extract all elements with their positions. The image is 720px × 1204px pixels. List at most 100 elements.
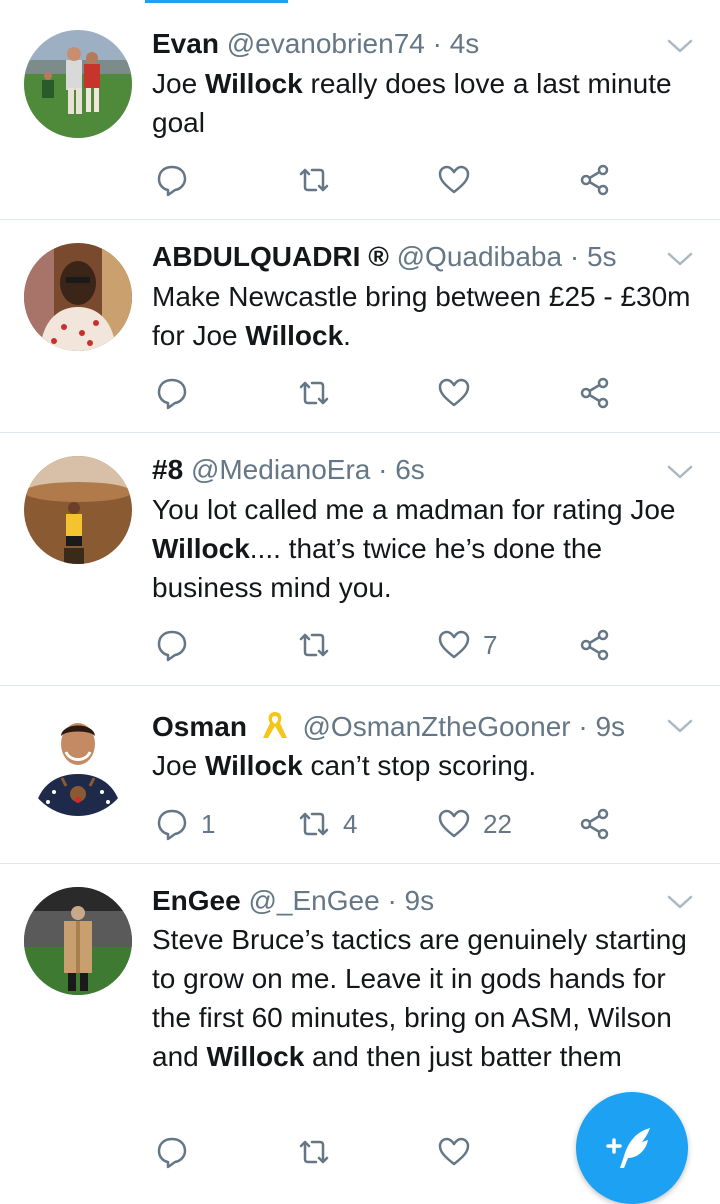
retweet-icon: [299, 812, 329, 836]
user-handle[interactable]: @OsmanZtheGooner: [303, 711, 571, 742]
like-button[interactable]: [437, 160, 483, 200]
tweet-text-part: can’t stop scoring.: [302, 750, 537, 781]
like-button[interactable]: 7: [437, 625, 497, 665]
user-handle[interactable]: @Quadibaba: [397, 241, 562, 272]
share-icon: [580, 164, 609, 196]
share-icon: [580, 377, 609, 409]
reply-button[interactable]: 1: [155, 804, 215, 844]
like-count: 7: [483, 629, 498, 660]
highlighted-term: Willock: [245, 320, 344, 351]
heart-icon: [438, 1137, 470, 1166]
share-button[interactable]: [578, 373, 612, 413]
timestamp[interactable]: 4s: [450, 28, 480, 59]
tweet-actions: [0, 160, 720, 200]
avatar[interactable]: [24, 30, 132, 138]
retweet-button[interactable]: 4: [297, 804, 357, 844]
separator-dot: ·: [432, 28, 442, 59]
share-button[interactable]: [578, 804, 612, 844]
tweet[interactable]: Osman @OsmanZtheGooner · 9s Joe Willock …: [0, 686, 720, 864]
tweet-text-part: .: [343, 320, 351, 351]
reply-button[interactable]: [155, 1132, 201, 1172]
reply-button[interactable]: [155, 373, 201, 413]
reply-icon: [157, 378, 187, 410]
avatar[interactable]: [24, 708, 132, 816]
tweet-text-part: You lot called me a madman for rating Jo…: [152, 494, 676, 525]
man-portrait-avatar: [24, 243, 132, 351]
heart-icon: [438, 630, 470, 659]
tweet-text: Joe Willock really does love a last minu…: [152, 64, 697, 142]
tweet-actions: 1 4 22: [0, 804, 720, 844]
tweet-text: You lot called me a madman for rating Jo…: [152, 490, 697, 607]
like-button[interactable]: [437, 373, 483, 413]
avatar[interactable]: [24, 887, 132, 995]
compose-tweet-button[interactable]: [576, 1092, 688, 1204]
tweet-text: Steve Bruce’s tactics are genuinely star…: [152, 920, 697, 1076]
retweet-icon: [299, 633, 329, 657]
separator-dot: ·: [378, 454, 388, 485]
reply-button[interactable]: [155, 160, 201, 200]
share-icon: [580, 808, 609, 840]
retweet-icon: [299, 1140, 329, 1164]
yellow-ribbon-icon: [262, 712, 287, 738]
timestamp[interactable]: 6s: [395, 454, 425, 485]
heart-icon: [438, 809, 470, 838]
like-button[interactable]: 22: [437, 804, 512, 844]
display-name[interactable]: ABDULQUADRI ®: [152, 241, 389, 272]
tweet-actions: 7: [0, 625, 720, 665]
share-button[interactable]: [578, 160, 612, 200]
tweet-text: Joe Willock can’t stop scoring.: [152, 746, 697, 785]
tweet-text-part: and then just batter them: [304, 1041, 622, 1072]
highlighted-term: Willock: [206, 1041, 305, 1072]
heart-icon: [438, 378, 470, 407]
retweet-icon: [299, 381, 329, 405]
reply-count: 1: [201, 808, 216, 839]
user-handle[interactable]: @evanobrien74: [227, 28, 425, 59]
chevron-down-icon[interactable]: [666, 462, 694, 482]
tweet[interactable]: Evan @evanobrien74 · 4s Joe Willock real…: [0, 0, 720, 220]
share-button[interactable]: [578, 625, 612, 665]
chevron-down-icon[interactable]: [666, 249, 694, 269]
like-count: 22: [483, 808, 512, 839]
timestamp[interactable]: 5s: [587, 241, 617, 272]
reply-icon: [157, 630, 187, 662]
avatar[interactable]: [24, 243, 132, 351]
reply-icon: [157, 1137, 187, 1169]
reply-icon: [157, 165, 187, 197]
hurling-players-avatar: [24, 30, 132, 138]
highlighted-term: Willock: [204, 750, 303, 781]
retweet-button[interactable]: [297, 1132, 343, 1172]
reply-button[interactable]: [155, 625, 201, 665]
chevron-down-icon[interactable]: [666, 892, 694, 912]
retweet-button[interactable]: [297, 625, 343, 665]
reply-icon: [157, 809, 187, 841]
timestamp[interactable]: 9s: [405, 885, 435, 916]
heart-icon: [438, 165, 470, 194]
highlighted-term: Willock: [204, 68, 303, 99]
user-handle[interactable]: @MedianoEra: [191, 454, 370, 485]
user-handle[interactable]: @_EnGee: [248, 885, 379, 916]
like-button[interactable]: [437, 1132, 483, 1172]
retweet-button[interactable]: [297, 373, 343, 413]
tweet[interactable]: #8 @MedianoEra · 6s You lot called me a …: [0, 433, 720, 686]
separator-dot: ·: [578, 711, 588, 742]
display-name[interactable]: EnGee: [152, 885, 241, 916]
retweet-icon: [299, 168, 329, 192]
christmas-sweater-avatar: [24, 708, 132, 816]
stadium-coat-avatar: [24, 887, 132, 995]
tweet[interactable]: ABDULQUADRI ® @Quadibaba · 5s Make Newca…: [0, 220, 720, 433]
tweet-text: Make Newcastle bring between £25 - £30m …: [152, 277, 697, 355]
retweet-button[interactable]: [297, 160, 343, 200]
chevron-down-icon[interactable]: [666, 716, 694, 736]
display-name[interactable]: #8: [152, 454, 183, 485]
chevron-down-icon[interactable]: [666, 36, 694, 56]
display-name[interactable]: Osman: [152, 711, 247, 742]
lakers-jersey-avatar: [24, 456, 132, 564]
timestamp[interactable]: 9s: [595, 711, 625, 742]
avatar[interactable]: [24, 456, 132, 564]
display-name[interactable]: Evan: [152, 28, 219, 59]
separator-dot: ·: [569, 241, 580, 272]
tweet-actions: [0, 373, 720, 413]
tweet-text-part: Make Newcastle bring between £25 - £30m …: [152, 281, 691, 351]
separator-dot: ·: [387, 885, 397, 916]
compose-tweet-icon: [606, 1128, 650, 1168]
